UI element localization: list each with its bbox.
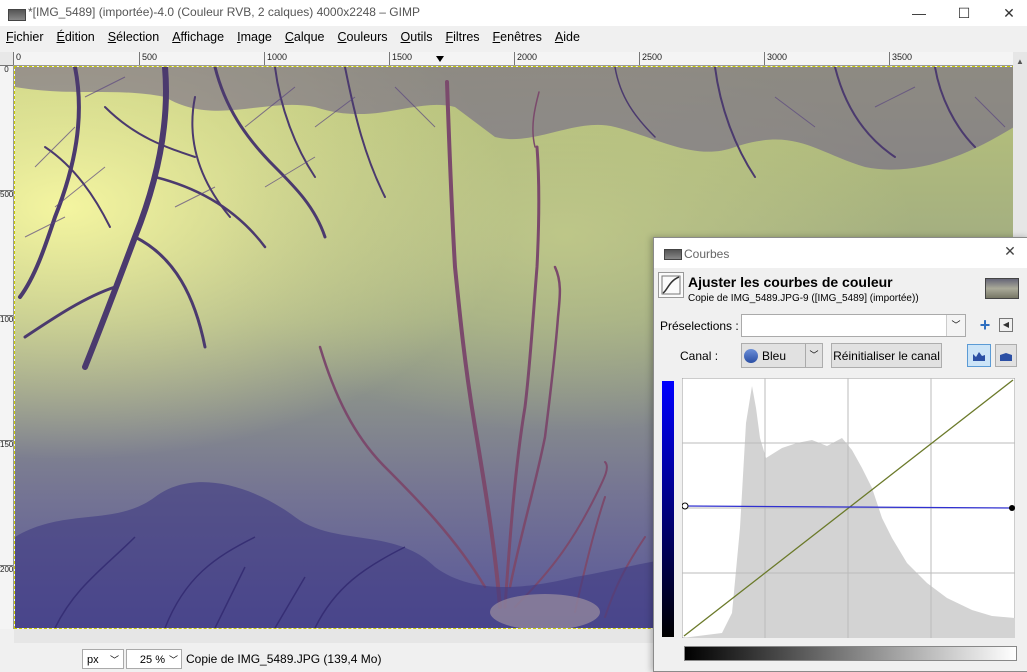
menu-aide[interactable]: Aide xyxy=(549,28,587,48)
image-info: Copie de IMG_5489.JPG (139,4 Mo) xyxy=(186,652,382,666)
menu-selection[interactable]: Sélection xyxy=(102,28,166,48)
curve-point-right[interactable] xyxy=(1009,505,1015,511)
chevron-down-icon: ﹀ xyxy=(168,655,178,665)
chevron-down-icon: ﹀ xyxy=(805,344,822,367)
menu-image[interactable]: Image xyxy=(231,28,279,48)
channel-select[interactable]: Bleu ﹀ xyxy=(741,343,823,368)
ruler-label: 1500 xyxy=(0,440,14,449)
add-preset-icon[interactable]: + xyxy=(976,316,994,334)
preset-menu-icon[interactable]: ◀ xyxy=(999,318,1013,332)
dialog-window-title: Courbes xyxy=(684,247,730,261)
vertical-ruler[interactable]: 0 500 1000 1500 2000 xyxy=(0,65,14,629)
dialog-subheading: Copie de IMG_5489.JPG-9 ([IMG_5489] (imp… xyxy=(688,293,919,304)
dialog-heading: Ajuster les courbes de couleur xyxy=(688,274,893,290)
layer-thumbnail xyxy=(985,278,1019,299)
ruler-label: 1500 xyxy=(389,52,412,65)
curves-tool-icon xyxy=(658,272,684,298)
ruler-label: 2000 xyxy=(0,565,14,574)
chevron-down-icon: ﹀ xyxy=(946,315,965,336)
linear-histogram-icon xyxy=(973,351,985,361)
input-gradient-bar xyxy=(684,646,1017,661)
linear-histogram-button[interactable] xyxy=(967,344,991,367)
menu-affichage[interactable]: Affichage xyxy=(166,28,231,48)
menu-calque[interactable]: Calque xyxy=(279,28,332,48)
presets-label: Préselections : xyxy=(660,319,739,333)
curve-point-left[interactable] xyxy=(682,502,689,510)
chevron-down-icon: ﹀ xyxy=(109,655,119,665)
menu-fenetres[interactable]: Fenêtres xyxy=(487,28,549,48)
menu-fichier[interactable]: Fichier xyxy=(0,28,51,48)
ruler-label: 0 xyxy=(0,65,13,74)
ruler-label: 1000 xyxy=(0,315,14,324)
log-histogram-button[interactable] xyxy=(995,344,1017,367)
channel-value: Bleu xyxy=(762,348,787,363)
pointer-marker-icon xyxy=(436,56,444,62)
title-bar: *[IMG_5489] (importée)-4.0 (Couleur RVB,… xyxy=(0,0,1027,26)
menu-couleurs[interactable]: Couleurs xyxy=(331,28,394,48)
gimp-app-icon xyxy=(664,249,682,260)
ruler-label: 1000 xyxy=(264,52,287,65)
ruler-label: 0 xyxy=(13,52,21,65)
presets-select[interactable]: ﹀ xyxy=(741,314,966,337)
ruler-corner[interactable] xyxy=(0,52,14,66)
horizontal-ruler[interactable]: 0 500 1000 1500 2000 2500 3000 3500 xyxy=(13,52,1013,66)
ruler-label: 2000 xyxy=(514,52,537,65)
menu-filtres[interactable]: Filtres xyxy=(439,28,486,48)
reset-channel-button[interactable]: Réinitialiser le canal xyxy=(831,343,942,368)
gimp-app-icon xyxy=(8,9,26,21)
close-button[interactable]: ✕ xyxy=(986,0,1027,26)
window-title: *[IMG_5489] (importée)-4.0 (Couleur RVB,… xyxy=(28,5,420,19)
menu-bar: Fichier Édition Sélection Affichage Imag… xyxy=(0,28,1027,48)
ruler-label: 500 xyxy=(139,52,157,65)
maximize-button[interactable]: ☐ xyxy=(941,0,987,26)
curves-graph[interactable] xyxy=(682,378,1015,638)
minimize-button[interactable]: — xyxy=(896,0,942,26)
channel-label: Canal : xyxy=(680,349,719,363)
curves-dialog: Courbes ✕ Ajuster les courbes de couleur… xyxy=(653,237,1027,672)
unit-select[interactable]: px ﹀ xyxy=(82,649,124,669)
zoom-value: 25 % xyxy=(139,654,165,666)
menu-outils[interactable]: Outils xyxy=(395,28,440,48)
dialog-title-bar: Courbes ✕ xyxy=(654,238,1027,268)
blue-channel-icon xyxy=(744,348,758,363)
output-gradient-bar xyxy=(662,381,674,637)
menu-edition[interactable]: Édition xyxy=(51,28,102,48)
log-histogram-icon xyxy=(1000,352,1012,361)
zoom-select[interactable]: 25 % ﹀ xyxy=(126,649,182,669)
scroll-up-icon[interactable]: ▲ xyxy=(1016,58,1024,66)
ruler-label: 500 xyxy=(0,190,14,199)
unit-value: px xyxy=(87,654,99,666)
ruler-label: 3000 xyxy=(764,52,787,65)
ruler-label: 3500 xyxy=(889,52,912,65)
dialog-close-icon[interactable]: ✕ xyxy=(998,243,1022,263)
ruler-label: 2500 xyxy=(639,52,662,65)
